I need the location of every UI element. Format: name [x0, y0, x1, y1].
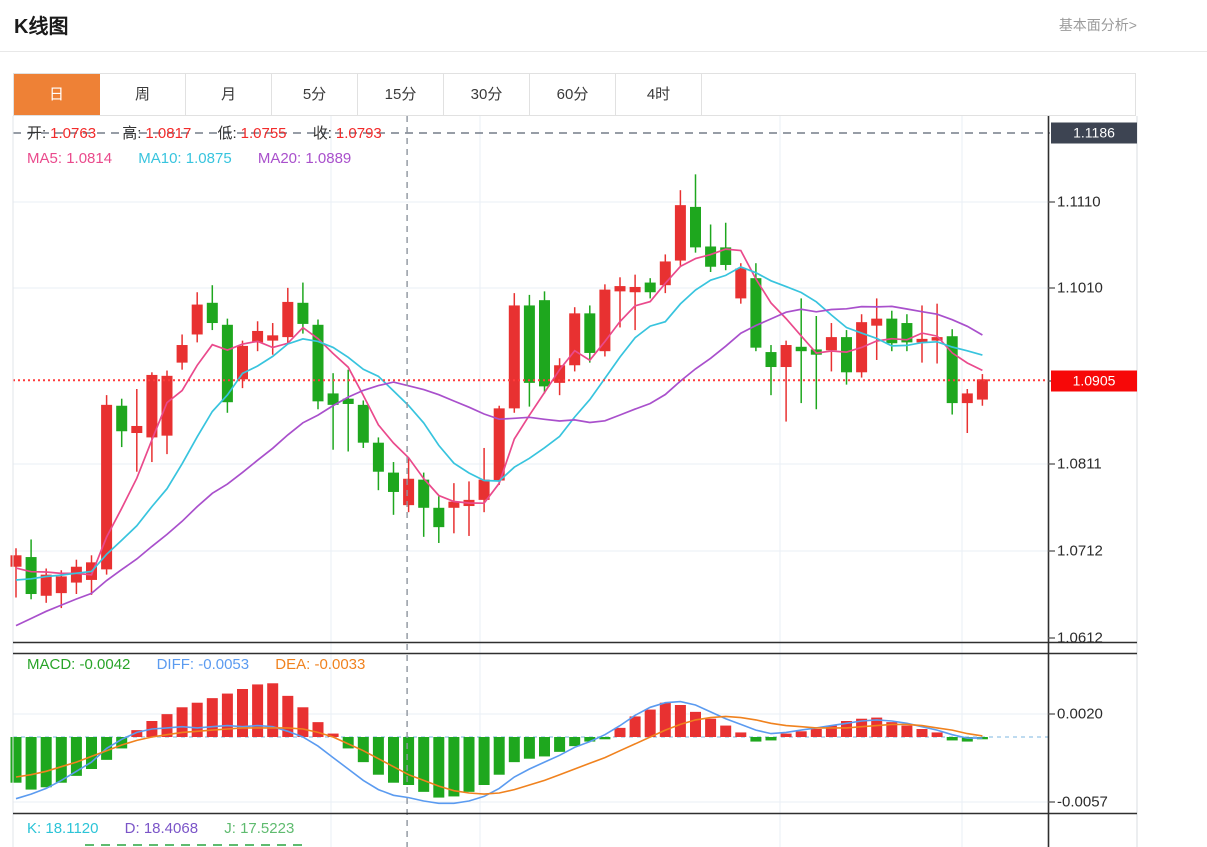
close-label: 收: [312, 125, 332, 142]
kdj-legend: K: 18.1120 D: 18.4068 J: 17.5223 [27, 820, 316, 837]
high-price-badge: 1.1186 [1051, 122, 1137, 144]
y-tick-10712: 1.0712 [1057, 542, 1103, 560]
high-label: 高: [122, 125, 142, 142]
d-value: 18.4068 [143, 820, 199, 837]
y-tick-11010: 1.1010 [1057, 279, 1103, 297]
k-value: 18.1120 [45, 820, 99, 837]
kline-page: K线图 基本面分析> 日 周 月 5分 15分 30分 60分 4时 开: 1.0… [0, 0, 1207, 847]
j-label: J: [224, 820, 236, 837]
macd-tick-neg: -0.0057 [1057, 793, 1108, 811]
ma20-value: 1.0889 [305, 150, 352, 167]
k-label: K: [27, 820, 42, 837]
dea-label: DEA: [275, 656, 311, 673]
j-value: 17.5223 [240, 820, 295, 837]
macd-histogram [10, 683, 988, 798]
y-tick-10612: 1.0612 [1057, 629, 1103, 647]
dea-value: -0.0033 [314, 656, 366, 673]
current-price-badge: 1.0905 [1051, 370, 1137, 392]
macd-tick-pos: 0.0020 [1057, 705, 1103, 723]
d-label: D: [124, 820, 140, 837]
open-value: 1.0763 [50, 125, 97, 142]
macd-label: MACD: [27, 656, 76, 673]
ma5-label: MA5: [27, 150, 63, 167]
ma5-value: 1.0814 [66, 150, 113, 167]
ma-legend: MA5: 1.0814 MA10: 1.0875 MA20: 1.0889 [27, 150, 373, 167]
diff-value: -0.0053 [198, 656, 250, 673]
ma20-label: MA20: [257, 150, 302, 167]
low-value: 1.0755 [240, 125, 287, 142]
y-tick-10811: 1.0811 [1057, 455, 1102, 473]
ohlc-legend: 开: 1.0763 高: 1.0817 低: 1.0755 收: 1.0793 [27, 122, 404, 143]
y-tick-11110: 1.1110 [1057, 193, 1101, 211]
high-value: 1.0817 [145, 125, 192, 142]
close-value: 1.0793 [335, 125, 382, 142]
ma10-value: 1.0875 [185, 150, 232, 167]
macd-legend: MACD: -0.0042 DIFF: -0.0053 DEA: -0.0033 [27, 656, 387, 673]
open-label: 开: [27, 125, 47, 142]
macd-value: -0.0042 [79, 656, 131, 673]
low-label: 低: [217, 125, 237, 142]
ma10-label: MA10: [138, 150, 182, 167]
diff-label: DIFF: [156, 656, 195, 673]
